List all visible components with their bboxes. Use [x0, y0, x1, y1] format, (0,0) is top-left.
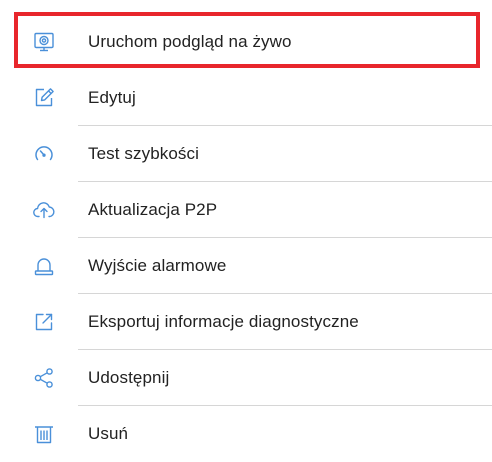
menu-item-label: Wyjście alarmowe	[88, 256, 227, 275]
menu-item-live-preview[interactable]: Uruchom podgląd na żywo	[0, 14, 492, 70]
device-options-menu: Uruchom podgląd na żywo Edytuj Test szyb…	[0, 0, 492, 444]
menu-item-edit[interactable]: Edytuj	[0, 70, 492, 126]
menu-item-label: Usuń	[88, 424, 129, 443]
menu-item-label: Uruchom podgląd na żywo	[88, 32, 292, 51]
edit-pencil-icon	[32, 86, 56, 110]
share-icon	[32, 366, 56, 390]
alarm-siren-icon	[32, 254, 56, 278]
menu-item-label: Eksportuj informacje diagnostyczne	[88, 312, 359, 331]
menu-item-export-diagnostics[interactable]: Eksportuj informacje diagnostyczne	[0, 294, 492, 350]
live-preview-monitor-icon	[32, 30, 56, 54]
menu-item-alarm-output[interactable]: Wyjście alarmowe	[0, 238, 492, 294]
speed-gauge-icon	[32, 142, 56, 166]
trash-icon	[32, 422, 56, 446]
cloud-upload-icon	[32, 198, 56, 222]
menu-item-label: Udostępnij	[88, 368, 170, 387]
menu-item-label: Aktualizacja P2P	[88, 200, 218, 219]
menu-item-share[interactable]: Udostępnij	[0, 350, 492, 406]
menu-item-label: Test szybkości	[88, 144, 199, 163]
menu-item-speed-test[interactable]: Test szybkości	[0, 126, 492, 182]
menu-item-p2p-update[interactable]: Aktualizacja P2P	[0, 182, 492, 238]
export-icon	[32, 310, 56, 334]
menu-item-label: Edytuj	[88, 88, 136, 107]
menu-item-delete[interactable]: Usuń	[0, 406, 492, 462]
